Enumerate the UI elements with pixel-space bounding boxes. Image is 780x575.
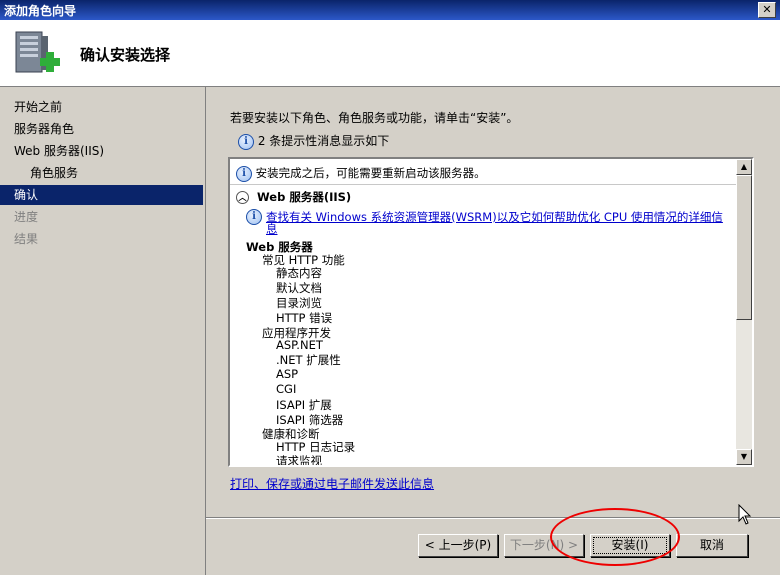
cancel-button[interactable]: 取消 <box>676 534 748 557</box>
selection-list[interactable]: i 安装完成之后，可能需要重新启动该服务器。 ︿ Web 服务器(IIS) i … <box>228 157 754 467</box>
list-item: 静态内容 <box>276 266 322 280</box>
wsrm-info: i <box>246 209 262 225</box>
list-item: ASP <box>276 367 299 381</box>
list-item: ASP.NET <box>276 338 323 352</box>
info-summary: i 2 条提示性消息显示如下 <box>238 132 389 150</box>
page-heading: 确认安装选择 <box>80 46 171 64</box>
info-icon: i <box>246 209 262 225</box>
restart-notice-text: 安装完成之后，可能需要重新启动该服务器。 <box>255 166 486 180</box>
main-panel: 若要安装以下角色、角色服务或功能，请单击“安装”。 i 2 条提示性消息显示如下… <box>205 87 780 575</box>
list-item: HTTP 错误 <box>276 311 333 325</box>
nav-item-before-you-begin[interactable]: 开始之前 <box>0 97 203 117</box>
title-bar: 添加角色向导 ✕ <box>0 0 780 20</box>
restart-notice: i 安装完成之后，可能需要重新启动该服务器。 <box>236 165 486 182</box>
server-add-icon <box>15 31 60 73</box>
nav-item-server-roles[interactable]: 服务器角色 <box>0 119 203 139</box>
nav-item-results: 结果 <box>14 232 39 246</box>
list-item: 默认文档 <box>276 281 322 295</box>
divider <box>230 184 736 185</box>
scroll-down-button[interactable]: ▼ <box>736 449 752 465</box>
list-item: 目录浏览 <box>276 296 322 310</box>
scroll-up-button[interactable]: ▲ <box>736 159 752 175</box>
wsrm-link-continued[interactable]: 息 <box>266 221 278 237</box>
collapse-icon[interactable]: ︿ <box>236 191 249 204</box>
print-save-email-link[interactable]: 打印、保存或通过电子邮件发送此信息 <box>230 475 434 492</box>
nav-item-progress: 进度 <box>14 210 39 224</box>
selection-list-content: i 安装完成之后，可能需要重新启动该服务器。 ︿ Web 服务器(IIS) i … <box>230 159 736 465</box>
previous-button[interactable]: < 上一步(P) <box>418 534 498 557</box>
info-icon: i <box>238 133 254 150</box>
window-title: 添加角色向导 <box>4 4 77 18</box>
info-icon: i <box>236 165 252 182</box>
section-title: Web 服务器(IIS) <box>257 190 352 204</box>
vertical-scrollbar[interactable]: ▲ ▼ <box>736 159 752 465</box>
nav-item-confirmation[interactable]: 确认 <box>0 185 203 205</box>
info-count-text: 2 条提示性消息显示如下 <box>257 134 390 148</box>
list-item: 请求监视 <box>276 454 322 465</box>
list-item: .NET 扩展性 <box>276 353 341 367</box>
mouse-cursor-icon <box>738 504 752 525</box>
nav-item-web-server[interactable]: Web 服务器(IIS) <box>0 141 203 161</box>
wsrm-link[interactable]: 查找有关 Windows 系统资源管理器(WSRM)以及它如何帮助优化 CPU … <box>266 209 723 225</box>
annotation-circle <box>550 508 680 566</box>
intro-text: 若要安装以下角色、角色服务或功能，请单击“安装”。 <box>230 111 519 125</box>
close-button[interactable]: ✕ <box>758 2 776 18</box>
nav-item-role-services[interactable]: 角色服务 <box>0 163 203 183</box>
wizard-header: 确认安装选择 <box>0 20 780 87</box>
list-item: ISAPI 扩展 <box>276 398 332 412</box>
scroll-thumb[interactable] <box>736 175 752 320</box>
button-separator <box>206 517 780 519</box>
wizard-nav: 开始之前 服务器角色 Web 服务器(IIS) 角色服务 确认 进度 结果 <box>0 87 205 575</box>
list-item: CGI <box>276 382 297 396</box>
section-header[interactable]: ︿ Web 服务器(IIS) <box>236 189 351 205</box>
